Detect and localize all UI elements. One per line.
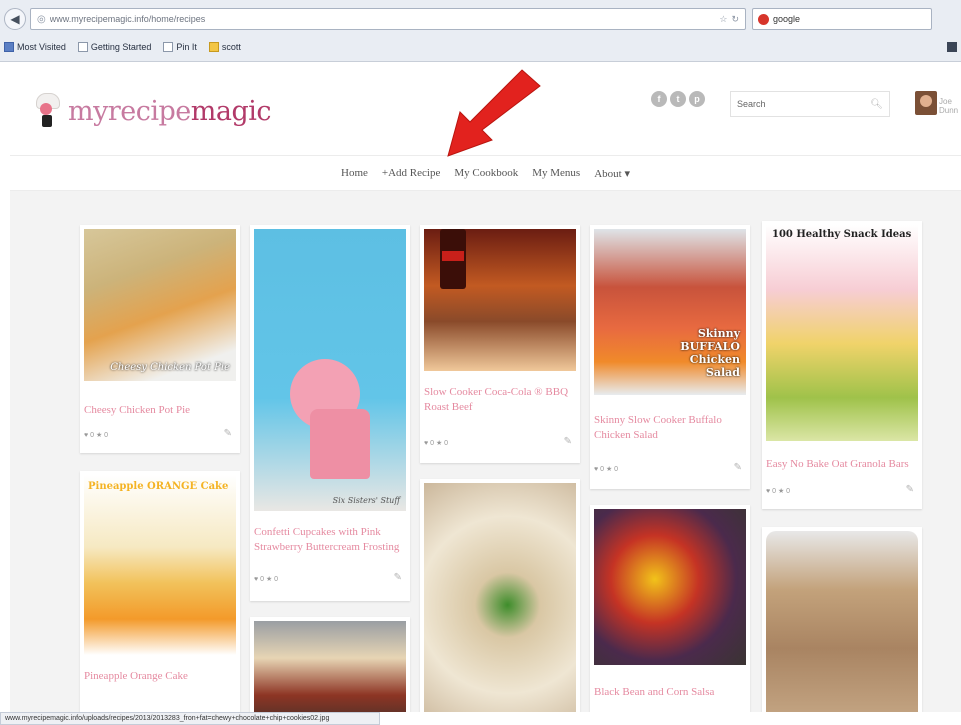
recipe-meta: ♥ 0 ★ 0 [424, 440, 449, 447]
recipe-card[interactable]: Slow Cooker Coca-Cola ® BBQ Roast Beef ♥… [420, 225, 580, 463]
reload-icon[interactable]: ↻ [731, 14, 739, 25]
bookmark-getting-started[interactable]: Getting Started [77, 42, 152, 52]
facebook-icon[interactable]: f [651, 91, 667, 107]
back-arrow-icon[interactable]: ◀ [4, 8, 26, 30]
recipe-meta: ♥ 0 ★ 0 [594, 466, 619, 473]
recipe-title[interactable]: Pineapple Orange Cake [84, 669, 232, 684]
recipe-image[interactable] [766, 531, 918, 712]
url-text[interactable]: www.myrecipemagic.info/home/recipes [50, 14, 716, 24]
image-caption: Pineapple ORANGE Cake [88, 481, 229, 492]
recipe-card[interactable]: 100 Healthy Snack Ideas Easy No Bake Oat… [762, 221, 922, 509]
bookmark-label: Pin It [176, 42, 197, 52]
avatar-name[interactable]: Joe Dunn [939, 97, 961, 115]
status-bar: www.myrecipemagic.info/uploads/recipes/2… [0, 712, 380, 725]
pin-icon[interactable]: ✎ [734, 462, 742, 473]
recipe-title[interactable]: Slow Cooker Coca-Cola ® BBQ Roast Beef [424, 385, 572, 415]
avatar[interactable] [915, 91, 937, 115]
nav-my-menus[interactable]: My Menus [532, 167, 580, 179]
bookmark-label: Most Visited [17, 42, 66, 52]
bookmark-label: Getting Started [90, 42, 152, 52]
social-links: f t p [651, 91, 708, 107]
folder-icon [208, 42, 219, 52]
address-bar[interactable]: ◎ www.myrecipemagic.info/home/recipes ☆ … [30, 8, 746, 30]
recipe-title[interactable]: Skinny Slow Cooker Buffalo Chicken Salad [594, 413, 742, 443]
recipe-image[interactable] [254, 621, 406, 712]
pin-icon[interactable]: ✎ [224, 428, 232, 439]
recipe-image[interactable]: Skinny BUFFALO Chicken Salad [594, 229, 746, 395]
globe-icon: ◎ [37, 13, 46, 25]
toolbar-menu-icon[interactable] [947, 42, 957, 52]
nav-home[interactable]: Home [341, 167, 368, 179]
recipe-card[interactable]: Skinny BUFFALO Chicken Salad Skinny Slow… [590, 225, 750, 489]
nav-about[interactable]: About ▾ [594, 167, 630, 180]
nav-my-cookbook[interactable]: My Cookbook [454, 167, 518, 179]
pin-icon[interactable]: ✎ [394, 572, 402, 583]
bookmarks-toolbar: Most Visited Getting Started Pin It scot… [4, 38, 957, 56]
pinterest-icon[interactable]: p [689, 91, 705, 107]
bookmark-label: scott [221, 42, 241, 52]
recipe-image[interactable]: Pineapple ORANGE Cake [84, 475, 236, 655]
image-caption: 100 Healthy Snack Ideas [772, 229, 912, 240]
recipe-title[interactable]: Cheesy Chicken Pot Pie [84, 403, 232, 418]
chef-logo-icon [32, 93, 66, 129]
search-input[interactable] [737, 99, 871, 109]
search-engine-text: google [773, 14, 801, 24]
site-search-box: 🔍︎ [730, 91, 890, 117]
navigation-row: ◀ ◎ www.myrecipemagic.info/home/recipes … [4, 6, 957, 32]
recipe-card[interactable]: Pineapple ORANGE Cake Pineapple Orange C… [80, 471, 240, 712]
bookmark-star-icon[interactable]: ☆ [719, 14, 727, 25]
bookmark-scott[interactable]: scott [208, 42, 241, 52]
recipe-meta: ♥ 0 ★ 0 [766, 488, 791, 495]
folder-icon [4, 42, 14, 52]
bookmark-most-visited[interactable]: Most Visited [4, 42, 66, 52]
recipe-card[interactable] [250, 617, 410, 712]
page-icon [77, 42, 88, 52]
image-caption: Six Sisters' Stuff [332, 496, 400, 505]
browser-toolbar: ◀ ◎ www.myrecipemagic.info/home/recipes … [0, 0, 961, 62]
site-header: myrecipemagic f t p 🔍︎ Joe Dunn [10, 63, 961, 155]
recipe-image[interactable]: 100 Healthy Snack Ideas [766, 225, 918, 441]
twitter-icon[interactable]: t [670, 91, 686, 107]
recipe-grid: Cheesy Chicken Pot Pie Cheesy Chicken Po… [10, 191, 961, 712]
magnifier-icon[interactable]: 🔍︎ [870, 99, 883, 110]
recipe-meta: ♥ 0 ★ 0 [84, 432, 109, 439]
search-engine-box[interactable]: google [752, 8, 932, 30]
recipe-meta: ♥ 0 ★ 0 [254, 576, 279, 583]
recipe-card[interactable]: Cheesy Chicken Pot Pie Cheesy Chicken Po… [80, 225, 240, 453]
recipe-card[interactable]: Six Sisters' Stuff Confetti Cupcakes wit… [250, 225, 410, 601]
recipe-title[interactable]: Black Bean and Corn Salsa [594, 685, 742, 700]
logo-text: myrecipemagic [68, 95, 272, 127]
pin-icon[interactable]: ✎ [564, 436, 572, 447]
site-logo[interactable]: myrecipemagic [32, 93, 272, 129]
recipe-image[interactable] [424, 229, 576, 371]
recipe-card[interactable] [420, 479, 580, 712]
google-icon [758, 13, 769, 25]
image-caption: Cheesy Chicken Pot Pie [110, 362, 230, 373]
bookmark-pin-it[interactable]: Pin It [163, 42, 197, 52]
recipe-image[interactable]: Six Sisters' Stuff [254, 229, 406, 511]
recipe-image[interactable] [594, 509, 746, 665]
nav-add-recipe[interactable]: +Add Recipe [382, 167, 440, 179]
pin-icon[interactable]: ✎ [906, 484, 914, 495]
main-navigation: Home +Add Recipe My Cookbook My Menus Ab… [10, 155, 961, 191]
recipe-image[interactable]: Cheesy Chicken Pot Pie [84, 229, 236, 381]
recipe-card[interactable] [762, 527, 922, 712]
recipe-title[interactable]: Easy No Bake Oat Granola Bars [766, 457, 914, 472]
image-caption: Skinny BUFFALO Chicken Salad [680, 327, 740, 379]
pin-icon [163, 42, 174, 52]
recipe-image[interactable] [424, 483, 576, 712]
recipe-title[interactable]: Confetti Cupcakes with Pink Strawberry B… [254, 525, 402, 555]
recipe-card[interactable]: Black Bean and Corn Salsa [590, 505, 750, 712]
